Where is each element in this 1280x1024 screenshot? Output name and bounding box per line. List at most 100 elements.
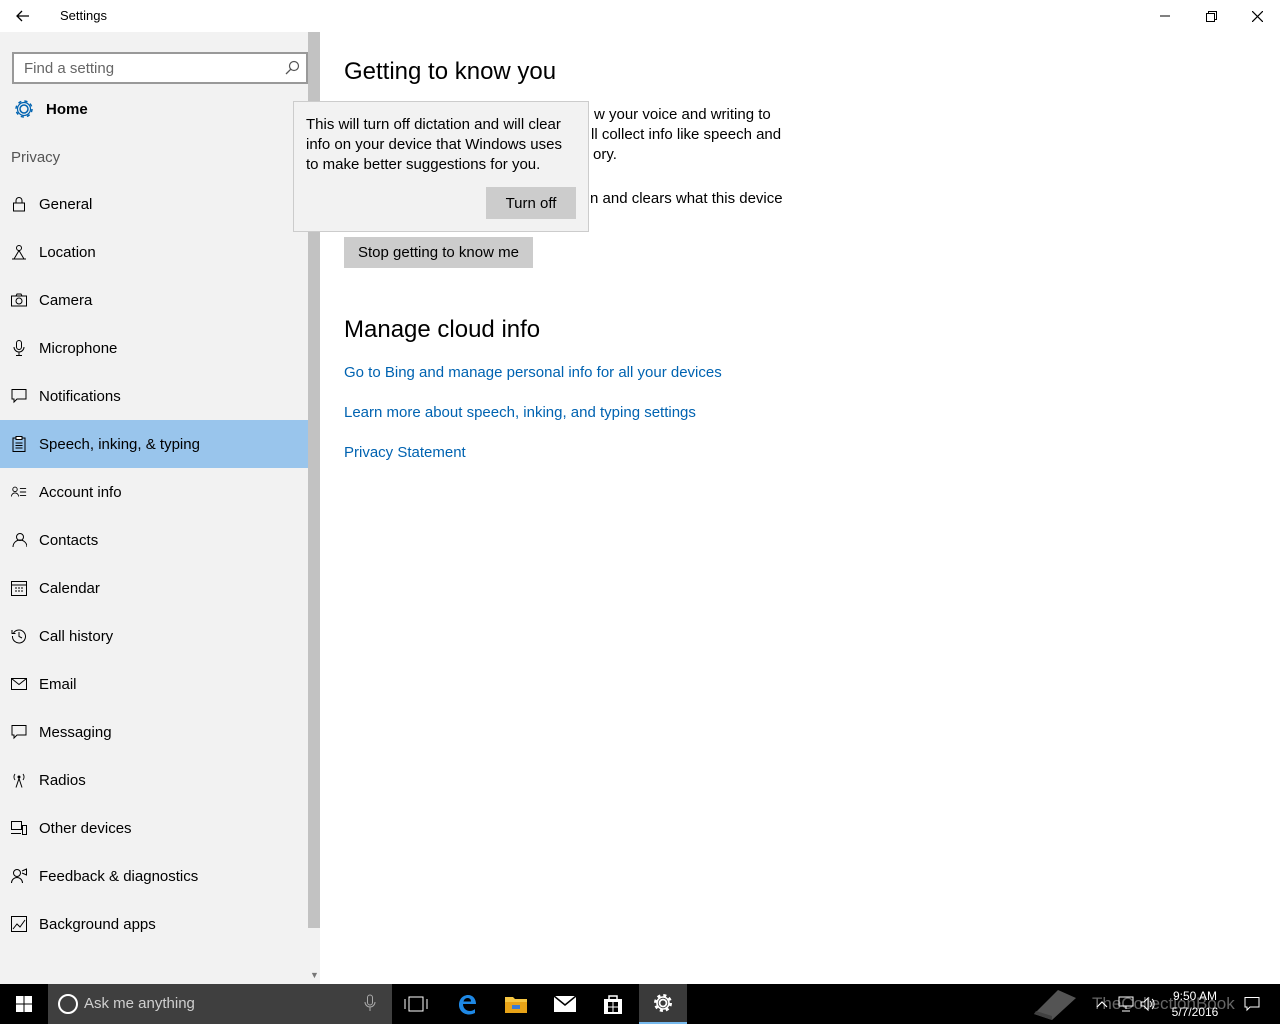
scroll-down-icon[interactable]: ▼ [310, 970, 319, 980]
close-icon [1251, 10, 1263, 22]
privacy-statement-link[interactable]: Privacy Statement [344, 444, 466, 461]
sidebar-item-background-apps[interactable]: Background apps [0, 900, 308, 948]
sidebar-item-label: Notifications [39, 387, 121, 405]
sidebar-item-label: Radios [39, 771, 86, 789]
window-title: Settings [60, 8, 107, 23]
volume-icon [1140, 996, 1155, 1012]
folder-icon [505, 997, 527, 1013]
sidebar-item-account-info[interactable]: Account info [0, 468, 308, 516]
turn-off-button[interactable]: Turn off [486, 187, 576, 219]
bing-manage-link[interactable]: Go to Bing and manage personal info for … [344, 364, 722, 381]
nav-list: General Location Camera Microphone Notif… [0, 180, 308, 948]
flyout-message: This will turn off dictation and will cl… [306, 116, 562, 173]
sidebar-item-location[interactable]: Location [0, 228, 308, 276]
minimize-icon [1160, 15, 1170, 17]
history-icon [11, 628, 27, 644]
cortana-icon [58, 994, 78, 1014]
sidebar: Home Privacy General Location Camera Mic… [0, 32, 320, 984]
microphone-icon[interactable] [364, 994, 376, 1012]
sidebar-item-label: Background apps [39, 915, 156, 933]
back-button[interactable] [0, 0, 46, 32]
page-title: Getting to know you [344, 58, 557, 85]
volume-button[interactable] [1138, 984, 1158, 1024]
gear-icon [654, 994, 672, 1012]
cortana-search-box[interactable]: Ask me anything [48, 984, 392, 1024]
file-explorer-button[interactable] [492, 984, 540, 1024]
mail-button[interactable] [541, 984, 589, 1024]
store-button[interactable] [589, 984, 637, 1024]
chevron-up-icon [1096, 1001, 1108, 1008]
microphone-icon [11, 340, 27, 356]
sidebar-item-other-devices[interactable]: Other devices [0, 804, 308, 852]
sidebar-item-contacts[interactable]: Contacts [0, 516, 308, 564]
sidebar-item-label: Contacts [39, 531, 99, 549]
taskbar: Ask me anything TheCollectionBook 9:50 A… [0, 984, 1280, 1024]
edge-icon [459, 995, 476, 1015]
task-view-button[interactable] [392, 984, 440, 1024]
messaging-icon [11, 724, 27, 740]
network-button[interactable] [1116, 984, 1136, 1024]
sidebar-item-speech-inking-typing[interactable]: Speech, inking, & typing [0, 420, 308, 468]
action-center-button[interactable] [1238, 984, 1266, 1024]
sidebar-item-camera[interactable]: Camera [0, 276, 308, 324]
search-icon[interactable] [284, 60, 300, 76]
notification-icon [11, 388, 27, 404]
sidebar-item-label: Messaging [39, 723, 112, 741]
camera-icon [11, 292, 27, 308]
feedback-icon [11, 868, 27, 884]
sidebar-item-label: Calendar [39, 579, 100, 597]
sidebar-item-call-history[interactable]: Call history [0, 612, 308, 660]
sidebar-item-label: Email [39, 675, 77, 693]
sidebar-item-calendar[interactable]: Calendar [0, 564, 308, 612]
sidebar-item-notifications[interactable]: Notifications [0, 372, 308, 420]
email-icon [11, 676, 27, 692]
calendar-icon [11, 580, 27, 596]
radio-tower-icon [11, 772, 27, 788]
cortana-placeholder: Ask me anything [84, 995, 195, 1012]
sidebar-item-radios[interactable]: Radios [0, 756, 308, 804]
contacts-icon [11, 532, 27, 548]
sidebar-item-label: Location [39, 243, 96, 261]
network-icon [1118, 996, 1134, 1012]
book-logo-icon [1034, 990, 1076, 1020]
minimize-button[interactable] [1142, 0, 1188, 32]
confirm-flyout: This will turn off dictation and will cl… [293, 101, 589, 232]
start-button[interactable] [0, 984, 48, 1024]
sidebar-item-label: Feedback & diagnostics [39, 867, 199, 885]
learn-more-link[interactable]: Learn more about speech, inking, and typ… [344, 404, 696, 421]
close-button[interactable] [1234, 0, 1280, 32]
location-icon [11, 244, 27, 260]
mail-icon [553, 995, 577, 1012]
sidebar-item-general[interactable]: General [0, 180, 308, 228]
clock[interactable]: 9:50 AM 5/7/2016 [1160, 988, 1230, 1020]
show-hidden-icons-button[interactable] [1092, 984, 1112, 1024]
task-view-icon [404, 996, 428, 1012]
home-link[interactable]: Home [12, 96, 88, 122]
home-label: Home [46, 100, 88, 118]
section-title-cloud: Manage cloud info [344, 316, 541, 343]
search-box[interactable] [12, 52, 308, 84]
sidebar-item-label: Call history [39, 627, 114, 645]
settings-taskbar-button[interactable] [639, 984, 687, 1024]
stop-getting-to-know-me-button[interactable]: Stop getting to know me [344, 237, 533, 268]
clipboard-icon [11, 436, 27, 452]
sidebar-item-label: Microphone [39, 339, 118, 357]
section-header: Privacy [11, 149, 61, 166]
sidebar-item-label: Speech, inking, & typing [39, 435, 200, 453]
sidebar-item-label: Account info [39, 483, 122, 501]
lock-icon [11, 196, 27, 212]
sidebar-item-label: General [39, 195, 93, 213]
sidebar-item-microphone[interactable]: Microphone [0, 324, 308, 372]
edge-button[interactable] [443, 984, 491, 1024]
clock-date: 5/7/2016 [1171, 1005, 1219, 1019]
search-input[interactable] [14, 54, 274, 82]
store-icon [604, 995, 622, 1014]
sidebar-item-email[interactable]: Email [0, 660, 308, 708]
title-bar: Settings [0, 0, 1280, 32]
clock-time: 9:50 AM [1172, 989, 1218, 1003]
sidebar-item-messaging[interactable]: Messaging [0, 708, 308, 756]
sidebar-item-label: Other devices [39, 819, 132, 837]
gear-icon [15, 100, 33, 118]
restore-button[interactable] [1188, 0, 1234, 32]
sidebar-item-feedback-diagnostics[interactable]: Feedback & diagnostics [0, 852, 308, 900]
